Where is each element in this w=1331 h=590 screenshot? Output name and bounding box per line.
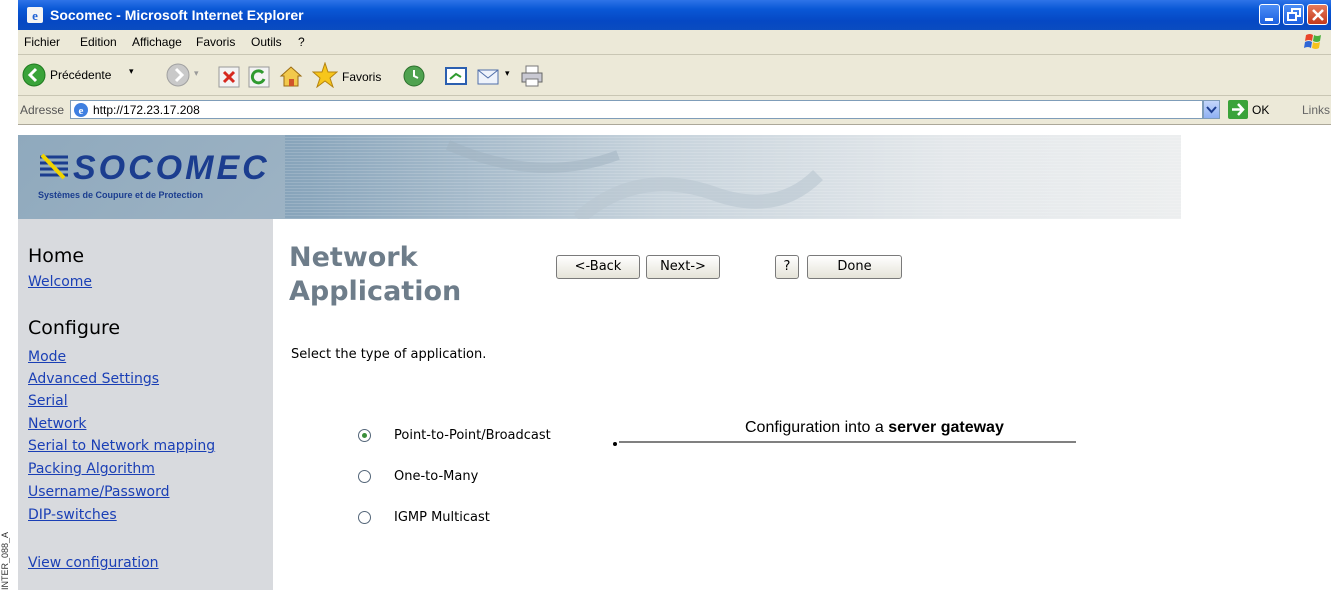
sidebar-nav: Home Welcome Configure Mode Advanced Set… <box>18 219 273 590</box>
back-dropdown-icon[interactable]: ▾ <box>129 66 134 77</box>
logo-text: SOCOMEC <box>73 149 270 187</box>
back-button[interactable]: Précédente ▾ <box>22 61 147 89</box>
callout-annotation: Configuration into a server gateway <box>745 419 1004 437</box>
menu-help[interactable]: ? <box>298 35 305 49</box>
option-label: Point-to-Point/Broadcast <box>394 428 551 443</box>
home-icon[interactable] <box>278 64 304 88</box>
header-banner: SOCOMEC Systèmes de Coupure et de Protec… <box>18 135 1181 219</box>
menu-outils[interactable]: Outils <box>251 35 282 49</box>
forward-dropdown-icon[interactable]: ▾ <box>194 68 199 79</box>
svg-text:e: e <box>79 105 84 117</box>
logo-tagline: Systèmes de Coupure et de Protection <box>38 190 204 200</box>
callout-prefix: Configuration into a <box>745 419 889 436</box>
sidebar-link-mode[interactable]: Mode <box>28 349 66 365</box>
sidebar-link-welcome[interactable]: Welcome <box>28 274 92 290</box>
address-bar: Adresse e http://172.23.17.208 OK Links <box>18 96 1331 125</box>
address-dropdown-button[interactable] <box>1203 100 1220 119</box>
address-input[interactable]: e http://172.23.17.208 <box>70 100 1203 119</box>
address-label: Adresse <box>20 103 65 117</box>
restore-button[interactable] <box>1283 4 1304 25</box>
menu-favoris[interactable]: Favoris <box>196 35 235 49</box>
stop-icon[interactable] <box>218 66 240 88</box>
forward-arrow-icon <box>166 63 190 87</box>
star-icon <box>311 61 339 89</box>
logo: SOCOMEC Systèmes de Coupure et de Protec… <box>18 135 285 219</box>
windows-logo-icon <box>1304 34 1321 49</box>
title-bar[interactable]: e Socomec - Microsoft Internet Explorer <box>18 0 1331 30</box>
ie-icon: e <box>27 7 43 23</box>
next-nav-button[interactable]: Next-> <box>646 255 720 279</box>
mail-dropdown-icon[interactable]: ▾ <box>505 68 510 79</box>
window-title: Socomec - Microsoft Internet Explorer <box>50 7 304 23</box>
sidebar-link-advanced-settings[interactable]: Advanced Settings <box>28 371 159 387</box>
radio-one-to-many[interactable] <box>358 470 371 483</box>
close-button[interactable] <box>1307 4 1328 25</box>
radio-igmp-multicast[interactable] <box>358 511 371 524</box>
sidebar-heading-configure: Configure <box>28 317 121 339</box>
restore-icon <box>1287 8 1301 21</box>
main-content: Network Application <-Back Next-> ? Done… <box>273 219 1331 590</box>
page-icon: e <box>74 103 88 117</box>
sidebar-link-username-password[interactable]: Username/Password <box>28 484 169 500</box>
history-icon[interactable] <box>402 64 426 88</box>
favorites-button[interactable]: Favoris <box>311 61 392 90</box>
sidebar-heading-home: Home <box>28 245 85 267</box>
minimize-button[interactable] <box>1259 4 1280 25</box>
media-icon[interactable] <box>444 65 468 87</box>
menu-bar: Fichier Edition Affichage Favoris Outils… <box>18 30 1331 55</box>
menu-edition[interactable]: Edition <box>80 35 117 49</box>
radio-point-to-point[interactable] <box>358 429 371 442</box>
links-button[interactable]: Links <box>1302 103 1330 117</box>
menu-fichier[interactable]: Fichier <box>24 35 60 49</box>
socomec-logo-mark-icon <box>40 153 68 180</box>
sidebar-link-dip-switches[interactable]: DIP-switches <box>28 507 117 523</box>
go-arrow-icon[interactable] <box>1228 100 1248 119</box>
browser-window: e Socomec - Microsoft Internet Explorer … <box>18 0 1331 590</box>
help-button[interactable]: ? <box>775 255 799 279</box>
address-url: http://172.23.17.208 <box>93 103 200 117</box>
done-button[interactable]: Done <box>807 255 902 279</box>
sidebar-link-network[interactable]: Network <box>28 416 86 432</box>
close-icon <box>1312 9 1324 21</box>
favorites-label: Favoris <box>342 70 382 84</box>
chevron-down-icon <box>1206 106 1217 114</box>
go-button[interactable]: OK <box>1252 103 1269 117</box>
back-arrow-icon <box>22 63 46 87</box>
callout-leader-line <box>613 441 1076 446</box>
menu-affichage[interactable]: Affichage <box>132 35 182 49</box>
mail-button[interactable]: ▾ <box>476 64 516 88</box>
mail-icon <box>477 69 499 85</box>
sidebar-link-packing-algorithm[interactable]: Packing Algorithm <box>28 461 155 477</box>
refresh-icon[interactable] <box>248 66 270 88</box>
forward-button[interactable]: ▾ <box>166 63 206 89</box>
print-icon[interactable] <box>520 64 544 88</box>
callout-bold: server gateway <box>888 419 1004 436</box>
option-label: IGMP Multicast <box>394 510 490 525</box>
option-label: One-to-Many <box>394 469 479 484</box>
instruction-text: Select the type of application. <box>291 347 487 362</box>
back-label: Précédente <box>50 68 112 82</box>
sidebar-link-serial[interactable]: Serial <box>28 393 68 409</box>
web-page: SOCOMEC Systèmes de Coupure et de Protec… <box>18 125 1331 590</box>
sidebar-link-view-configuration[interactable]: View configuration <box>28 555 159 571</box>
figure-code: INTER_088_A <box>0 531 10 590</box>
page-title: Network Application <box>289 242 462 307</box>
svg-text:e: e <box>32 8 38 23</box>
minimize-icon <box>1265 18 1273 21</box>
toolbar: Précédente ▾ ▾ Favoris ▾ <box>18 55 1331 96</box>
back-nav-button[interactable]: <-Back <box>556 255 640 279</box>
sidebar-link-serial-to-network-mapping[interactable]: Serial to Network mapping <box>28 438 215 454</box>
